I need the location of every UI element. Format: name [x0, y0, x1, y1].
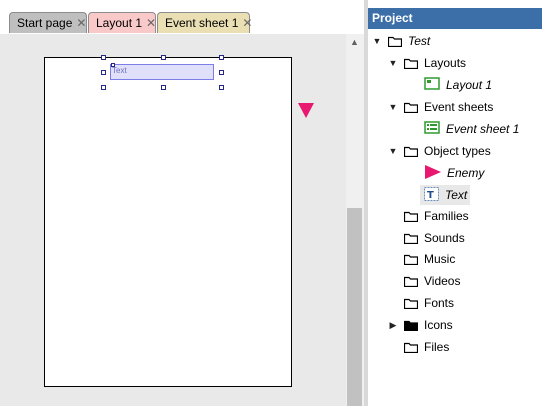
tree-item-icons[interactable]: ▶ Icons: [388, 315, 453, 335]
tab-event-sheet-1[interactable]: Event sheet 1 ✕: [157, 12, 252, 33]
tree-item-event-sheets[interactable]: ▼ Event sheets: [388, 97, 494, 117]
project-panel-title: Project: [372, 11, 413, 25]
folder-icon: [404, 102, 418, 113]
close-icon[interactable]: ✕: [76, 16, 86, 30]
text-object-instance[interactable]: Text: [110, 64, 214, 80]
tree-item-sounds[interactable]: Sounds: [398, 228, 465, 248]
tree-item-families[interactable]: Families: [398, 206, 469, 226]
layout-page[interactable]: [44, 57, 292, 387]
tab-bar: Start page ✕ Layout 1 ✕ Event sheet 1 ✕: [0, 0, 364, 34]
event-sheet-icon: [424, 121, 440, 137]
enemy-sprite-instance[interactable]: [297, 101, 315, 119]
tree-item-event-sheet-1[interactable]: Event sheet 1: [424, 119, 519, 139]
tree-item-fonts-label: Fonts: [424, 296, 455, 310]
sprite-icon: [424, 164, 442, 183]
tree-item-sounds-label: Sounds: [424, 231, 465, 245]
folder-icon: [404, 211, 418, 222]
tree-item-root[interactable]: ▼ Test: [372, 31, 431, 51]
tree-item-event-sheet-1-label: Event sheet 1: [446, 122, 520, 136]
tree-item-files[interactable]: Files: [398, 337, 449, 357]
folder-icon: [404, 146, 418, 157]
tab-layout-1-label: Layout 1: [96, 16, 143, 30]
folder-filled-icon: [404, 320, 418, 331]
project-panel-header: Project: [368, 8, 542, 29]
tree-item-event-sheets-label: Event sheets: [424, 100, 494, 114]
close-icon[interactable]: ✕: [242, 16, 252, 30]
tab-start-page-label: Start page: [17, 16, 73, 30]
tab-event-sheet-1-label: Event sheet 1: [165, 16, 239, 30]
tree-item-music-label: Music: [424, 252, 456, 266]
tab-layout-1[interactable]: Layout 1 ✕: [88, 12, 156, 33]
tree-item-fonts[interactable]: Fonts: [398, 293, 454, 313]
svg-text:T: T: [427, 190, 434, 201]
resize-handle-bottom[interactable]: [161, 85, 166, 90]
folder-icon: [404, 342, 418, 353]
origin-handle[interactable]: [111, 63, 115, 67]
layout-icon: [424, 77, 440, 93]
tree-item-videos-label: Videos: [424, 274, 461, 288]
expand-arrow-icon[interactable]: ▼: [372, 36, 382, 46]
tree-item-layout-1[interactable]: Layout 1: [424, 75, 492, 95]
tree-item-text-label: Text: [445, 188, 468, 202]
close-icon[interactable]: ✕: [146, 16, 156, 30]
tree-item-layouts[interactable]: ▼ Layouts: [388, 53, 467, 73]
resize-handle-top-left[interactable]: [101, 55, 106, 60]
tree-item-enemy[interactable]: Enemy: [424, 163, 484, 183]
tree-item-layout-1-label: Layout 1: [446, 78, 493, 92]
tree-item-icons-label: Icons: [424, 318, 453, 332]
resize-handle-right[interactable]: [219, 70, 224, 75]
resize-handle-top-right[interactable]: [219, 55, 224, 60]
tree-item-music[interactable]: Music: [398, 249, 455, 269]
scrollbar-thumb[interactable]: [347, 208, 362, 406]
scroll-up-icon[interactable]: ▲: [350, 37, 359, 47]
expand-arrow-icon[interactable]: ▼: [388, 102, 398, 112]
tree-item-root-label: Test: [408, 34, 431, 48]
tab-start-page[interactable]: Start page ✕: [9, 12, 87, 33]
vertical-scrollbar[interactable]: ▲: [346, 34, 364, 406]
expand-arrow-icon[interactable]: ▼: [388, 58, 398, 68]
folder-icon: [404, 58, 418, 69]
project-tree: ▼ Test ▼ Layouts Layout 1 ▼ Event sheets…: [368, 29, 542, 406]
folder-icon: [404, 298, 418, 309]
folder-icon: [388, 36, 402, 47]
tree-item-files-label: Files: [424, 340, 450, 354]
folder-icon: [404, 233, 418, 244]
resize-handle-bottom-left[interactable]: [101, 85, 106, 90]
expand-arrow-icon[interactable]: ▼: [388, 146, 398, 156]
tree-item-families-label: Families: [424, 209, 469, 223]
collapse-arrow-icon[interactable]: ▶: [388, 320, 398, 331]
tree-item-text[interactable]: T Text: [420, 185, 471, 205]
resize-handle-left[interactable]: [101, 70, 106, 75]
tree-item-object-types[interactable]: ▼ Object types: [388, 141, 491, 161]
folder-icon: [404, 276, 418, 287]
text-object-icon: T: [424, 186, 439, 204]
tree-item-enemy-label: Enemy: [447, 166, 485, 180]
text-object-label: Text: [112, 66, 127, 75]
resize-handle-bottom-right[interactable]: [219, 85, 224, 90]
tree-item-videos[interactable]: Videos: [398, 271, 460, 291]
folder-icon: [404, 254, 418, 265]
tree-item-object-types-label: Object types: [424, 144, 491, 158]
resize-handle-top[interactable]: [161, 55, 166, 60]
tree-item-layouts-label: Layouts: [424, 56, 467, 70]
